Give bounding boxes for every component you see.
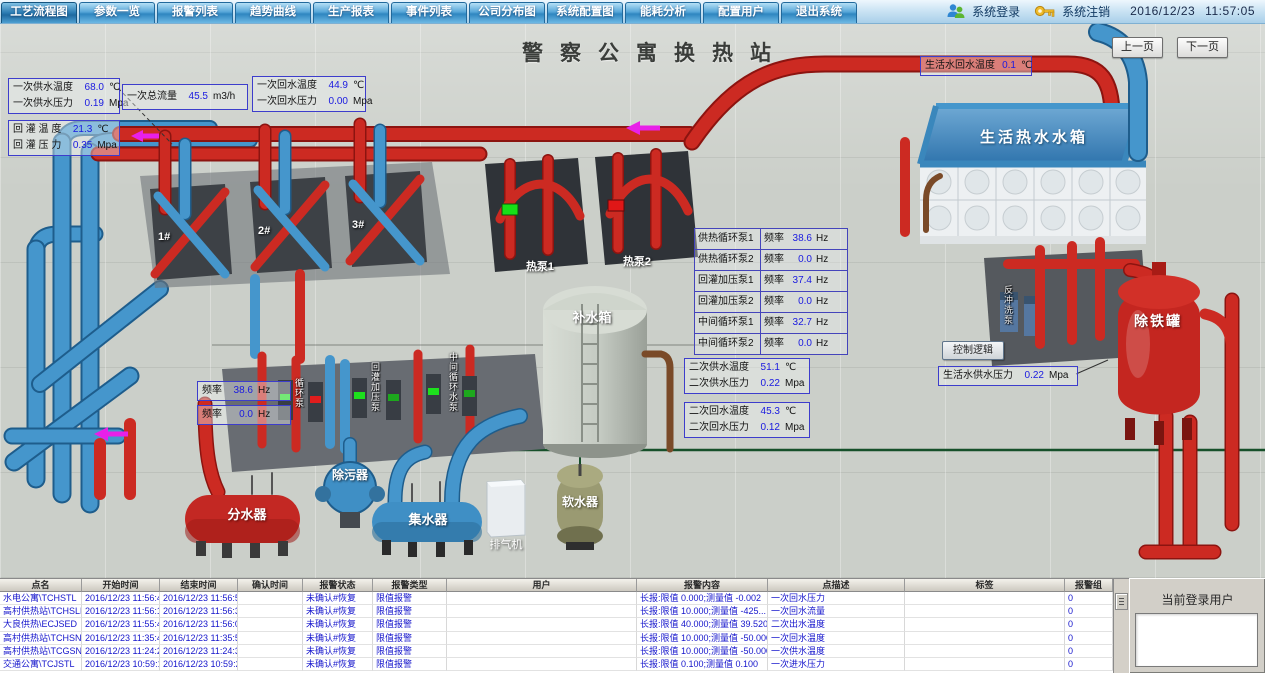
heat-pump2-status-light [608,200,624,211]
tab-event-list[interactable]: 事件列表 [391,2,467,23]
current-user-title: 当前登录用户 [1130,591,1265,608]
tab-system-config[interactable]: 系统配置图 [547,2,623,23]
tab-process-flow[interactable]: 工艺流程图 [1,2,77,23]
table-row[interactable]: 交通公寓\TCJSTL2016/12/23 10:59:1...2016/12/… [0,658,1113,671]
life-supply-leader [1076,360,1108,374]
makeup-water-tank: 补水箱 [543,286,670,458]
hx1-label: 1# [158,231,170,243]
divider-label: 分水器 [227,507,267,522]
pump-name: 供热循环泵2 [695,250,761,271]
alarm-table-header: 点名开始时间结束时间确认时间报警状态报警类型用户报警内容点描述标签报警组 [0,579,1113,592]
pump4-light [388,394,399,401]
heat-pump1-status-light [502,204,518,215]
pump-frequency: 频率32.7Hz [761,313,848,334]
backwash-pump-label: 反冲洗泵 [1002,285,1015,325]
table-row[interactable]: 大良供热\ECJSED2016/12/23 11:55:4...2016/12/… [0,618,1113,631]
pump-name: 中间循环泵2 [695,334,761,355]
page-title: 警察公寓换热站 [440,37,870,67]
gauge-secondary-return: 二次回水温度45.3℃ 二次回水压力0.12Mpa [684,402,810,438]
pump-frequency: 频率0.0Hz [761,250,848,271]
pump-name: 回灌加压泵2 [695,292,761,313]
softener-label: 软水器 [562,494,599,509]
plant-scene: 1# 2# 3# 热泵1 [0,24,1265,578]
dirt-separator-label: 除污器 [332,467,369,482]
water-softener: 软水器 [557,464,603,550]
system-login-link[interactable]: 系统登录 [972,3,1020,20]
pump-name: 回灌加压泵1 [695,271,761,292]
pump-frequency: 频率38.6Hz [761,229,848,250]
pump5-light [428,388,439,395]
gauge-freq-a: 频率38.6Hz [197,381,291,401]
tab-company-map[interactable]: 公司分布图 [469,2,545,23]
gauge-primary-return: 一次回水温度44.9℃ 一次回水压力0.00Mpa [252,76,366,112]
heat-pump-1: 热泵1 [485,158,588,273]
tab-parameters[interactable]: 参数一览 [79,2,155,23]
pump-frequency: 频率37.4Hz [761,271,848,292]
current-time: 11:57:05 [1205,4,1255,18]
gauge-primary-flow: 一次总流量45.5m3/h [122,84,248,110]
heat-pump2-label: 热泵2 [623,254,651,268]
hot-water-tank-label: 生活热水水箱 [980,128,1088,146]
table-row[interactable]: 水电公寓\TCHSTL2016/12/23 11:56:4...2016/12/… [0,592,1113,605]
table-row[interactable]: 高村供热站\TCGSND2016/12/23 11:24:2...2016/12… [0,645,1113,658]
pump-frequency: 频率0.0Hz [761,292,848,313]
top-menubar: 工艺流程图 参数一览 报警列表 趋势曲线 生产报表 事件列表 公司分布图 系统配… [0,0,1265,24]
table-row[interactable]: 高村供热站\TCHSND2016/12/23 11:35:4...2016/12… [0,632,1113,645]
exhaust-machine: 排气机 [487,480,525,551]
scrollbar-grip-icon[interactable] [1115,593,1128,610]
pump-frequency-panel: 供热循环泵1频率38.6Hz 供热循环泵2频率0.0Hz 回灌加压泵1频率37.… [694,228,848,355]
gauge-primary-supply: 一次供水温度68.0℃ 一次供水压力0.19Mpa [8,78,120,114]
current-date: 2016/12/23 [1130,4,1195,18]
hx2-label: 2# [258,225,270,237]
users-icon [946,3,966,19]
control-logic-button[interactable]: 控制逻辑 [942,341,1004,360]
mid-circ-pump-label: 中间循环水泵 [447,352,460,412]
gauge-life-return: 生活水回水温度0.1℃ [920,56,1032,76]
tab-alarm-list[interactable]: 报警列表 [157,2,233,23]
exhaust-label: 排气机 [490,537,523,551]
iron-removal-tank: 除铁罐 [1118,262,1232,552]
recharge-pump-label: 回灌加压泵 [369,362,382,412]
pump3-light [354,392,365,399]
table-row[interactable]: 高村供热站\TCHSLL2016/12/23 11:56:1...2016/12… [0,605,1113,618]
hmi-app: 工艺流程图 参数一览 报警列表 趋势曲线 生产报表 事件列表 公司分布图 系统配… [0,0,1265,673]
gauge-freq-b: 频率0.0Hz [197,405,291,425]
pump2-light [310,396,321,403]
tab-production-report[interactable]: 生产报表 [313,2,389,23]
gauge-life-supply: 生活水供水压力0.22Mpa [938,366,1078,386]
next-page-button[interactable]: 下一页 [1177,37,1228,58]
tab-energy-analysis[interactable]: 能耗分析 [625,2,701,23]
pump-name: 中间循环泵1 [695,313,761,334]
key-icon [1034,3,1056,19]
collector-label: 集水器 [407,512,448,527]
system-logout-link[interactable]: 系统注销 [1062,3,1110,20]
prev-page-button[interactable]: 上一页 [1112,37,1163,58]
gauge-recharge: 回 灌 温 度21.3℃ 回 灌 压 力0.35Mpa [8,120,120,156]
heat-pump1-label: 热泵1 [526,259,554,273]
tab-exit-system[interactable]: 退出系统 [781,2,857,23]
makeup-tank-label: 补水箱 [571,310,611,325]
iron-tank-label: 除铁罐 [1134,313,1182,329]
table-scrollbar[interactable] [1113,578,1129,673]
pump-frequency: 频率0.0Hz [761,334,848,355]
heat-pump-2: 热泵2 [595,151,698,268]
circ-pump-label: 循环泵 [293,378,306,408]
tab-trend-curve[interactable]: 趋势曲线 [235,2,311,23]
alarm-table: 点名开始时间结束时间确认时间报警状态报警类型用户报警内容点描述标签报警组 水电公… [0,578,1113,673]
brown-pipe [645,354,670,449]
gauge-secondary-supply: 二次供水温度51.1℃ 二次供水压力0.22Mpa [684,358,810,394]
current-user-listbox[interactable] [1135,613,1258,667]
tab-user-config[interactable]: 配置用户 [703,2,779,23]
pump-name: 供热循环泵1 [695,229,761,250]
current-user-panel: 当前登录用户 [1129,578,1265,673]
pump6-light [464,390,475,397]
hx3-label: 3# [352,219,364,231]
